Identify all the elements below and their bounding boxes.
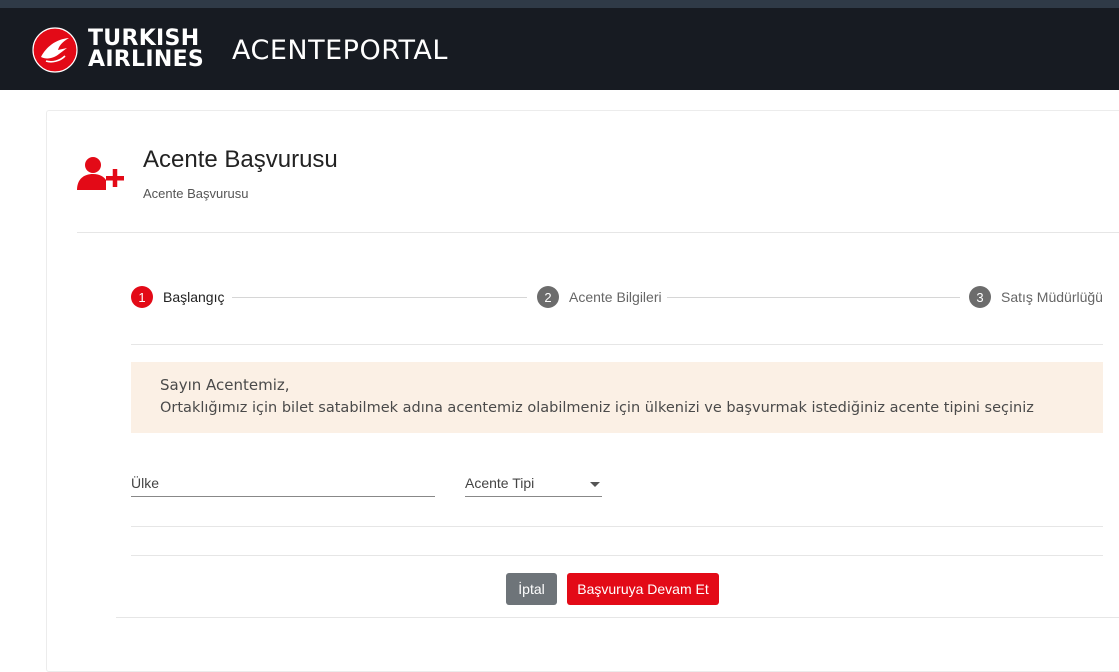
alert-title: Sayın Acentemiz, — [160, 376, 290, 394]
portal-name: ACENTEPORTAL — [232, 35, 448, 66]
info-alert: Sayın Acentemiz, Ortaklığımız için bilet… — [131, 362, 1103, 433]
page-title: Acente Başvurusu — [143, 146, 338, 173]
form-divider-2 — [131, 555, 1103, 556]
brand-wordmark: TURKISH AIRLINES — [88, 26, 205, 72]
app-header: TURKISH AIRLINES ACENTEPORTAL — [0, 8, 1119, 90]
turkish-airlines-logo-icon[interactable] — [32, 27, 78, 73]
step-1-label: Başlangıç — [163, 289, 225, 305]
country-label: Ülke — [131, 475, 160, 491]
header-divider — [77, 232, 1119, 233]
country-field[interactable]: Ülke — [131, 472, 435, 497]
stepper-divider — [131, 344, 1103, 345]
continue-application-button[interactable]: Başvuruya Devam Et — [567, 573, 719, 605]
breadcrumb: Acente Başvurusu — [143, 186, 249, 201]
footer-divider — [116, 617, 1119, 618]
step-2: 2 Acente Bilgileri — [537, 286, 662, 308]
step-connector-1 — [232, 297, 527, 298]
step-3-label: Satış Müdürlüğü — [1001, 289, 1103, 305]
alert-text: Ortaklığımız için bilet satabilmek adına… — [160, 400, 1034, 416]
agency-type-label: Acente Tipi — [465, 475, 535, 491]
top-strip — [0, 0, 1119, 8]
step-1-number: 1 — [131, 286, 153, 308]
step-2-number: 2 — [537, 286, 559, 308]
cancel-button[interactable]: İptal — [506, 573, 557, 605]
step-connector-2 — [667, 297, 960, 298]
user-add-icon — [77, 157, 124, 190]
step-1: 1 Başlangıç — [131, 286, 224, 308]
step-3-number: 3 — [969, 286, 991, 308]
brand-line-2: AIRLINES — [88, 47, 205, 72]
chevron-down-icon[interactable] — [590, 482, 600, 487]
step-3: 3 Satış Müdürlüğü — [969, 286, 1103, 308]
brand-line-1: TURKISH — [88, 26, 200, 51]
form-divider-1 — [131, 526, 1103, 527]
agency-type-select[interactable]: Acente Tipi — [465, 472, 602, 497]
step-2-label: Acente Bilgileri — [569, 289, 662, 305]
